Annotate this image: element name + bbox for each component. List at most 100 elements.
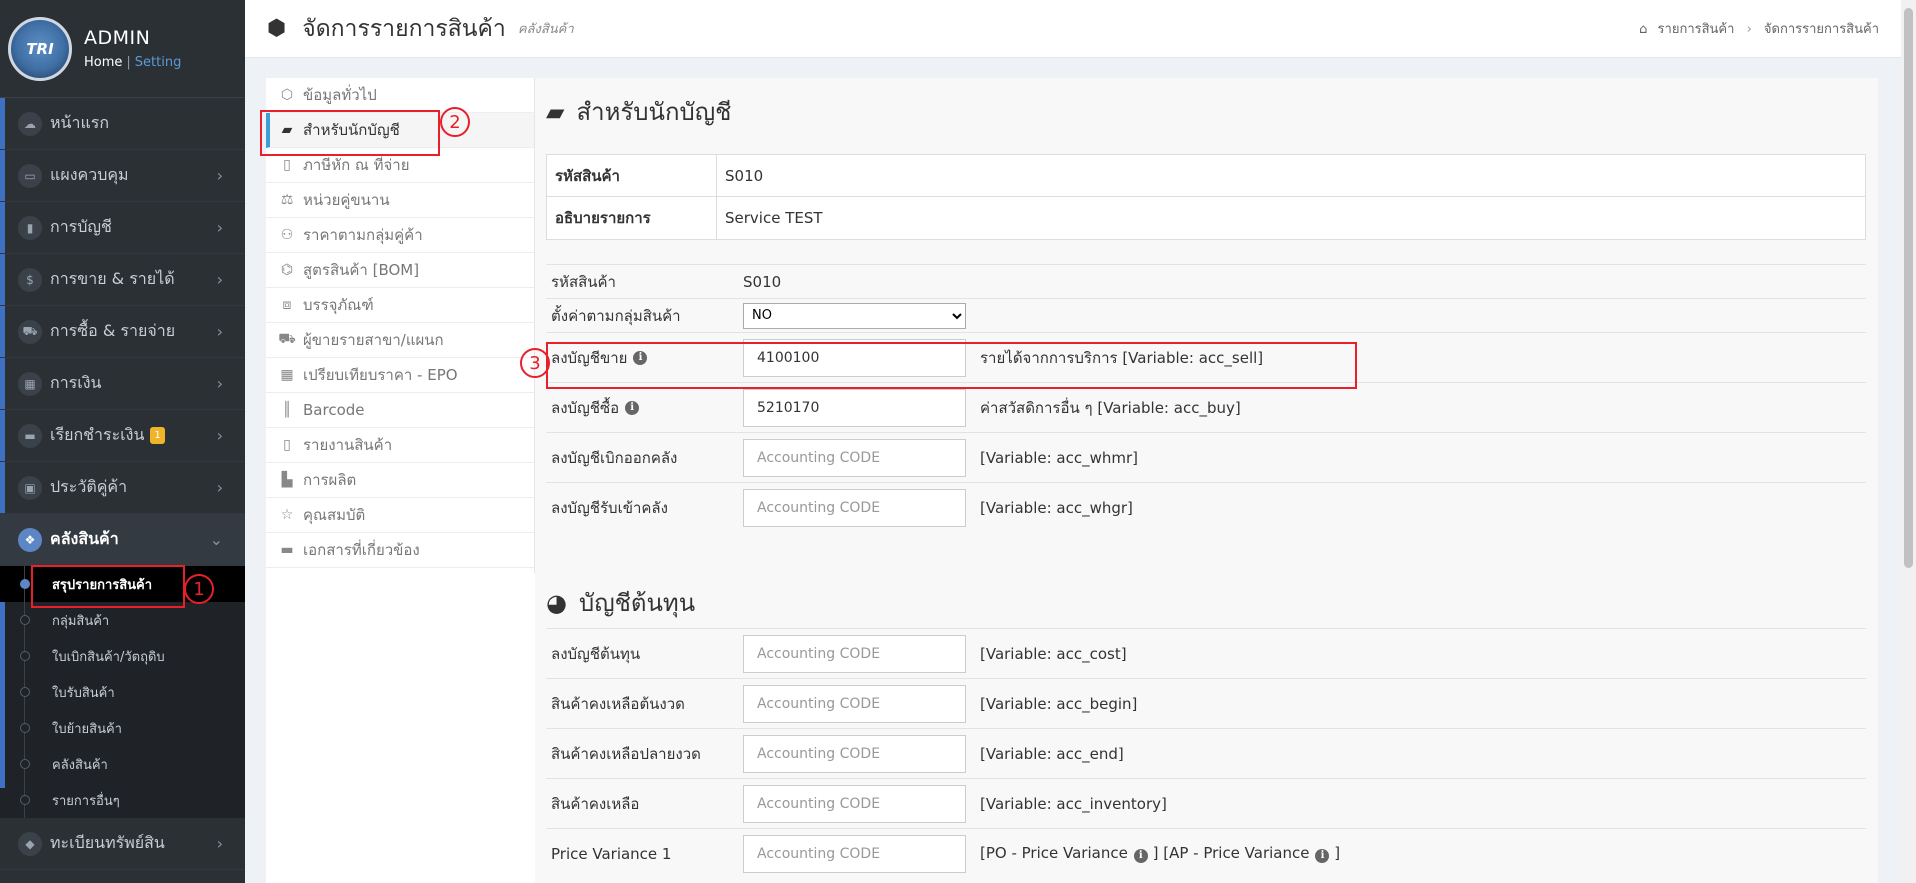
tab-label: Barcode (303, 401, 365, 419)
tab-documents[interactable]: ▬ เอกสารที่เกี่ยวข้อง (266, 533, 534, 568)
tab-parallel-unit[interactable]: ⚖ หน่วยคู่ขนาน (266, 183, 534, 218)
file-icon: ▯ (283, 437, 291, 453)
submenu-item-warehouse[interactable]: คลังสินค้า (0, 746, 245, 782)
info-icon[interactable]: i (1315, 848, 1330, 863)
inventory-input[interactable] (743, 784, 966, 823)
submenu-item-transfer[interactable]: ใบย้ายสินค้า (0, 710, 245, 746)
info-label: รหัสสินค้า (547, 155, 717, 196)
tab-report[interactable]: ▯ รายงานสินค้า (266, 428, 534, 463)
submenu-label: คลังสินค้า (52, 757, 108, 773)
submenu-label: ใบย้ายสินค้า (52, 721, 122, 737)
cubes-icon: ❖ (18, 527, 42, 552)
accounting-section-title: ▰ สำหรับนักบัญชี (546, 92, 731, 131)
sidebar-item-accounting[interactable]: ▮ การบัญชี › (0, 202, 245, 254)
field-description: [Variable: acc_whmr] (980, 448, 1138, 467)
section-title-text: สำหรับนักบัญชี (576, 98, 732, 126)
sidebar-item-label: การซื้อ & รายจ่าย (50, 321, 176, 340)
chevron-right-icon: › (216, 834, 223, 853)
contact-icon: ▣ (18, 475, 42, 500)
home-icon[interactable]: ⌂ (1639, 22, 1647, 37)
breadcrumb-separator: › (1746, 22, 1752, 37)
cost-section-title: ◕ บัญชีต้นทุน (546, 583, 695, 622)
tab-barcode[interactable]: ║ Barcode (266, 393, 534, 428)
bullet-icon (20, 723, 30, 733)
setting-link[interactable]: Setting (135, 55, 182, 70)
chevron-right-icon: › (216, 270, 223, 289)
tab-label: ข้อมูลทั่วไป (303, 86, 377, 104)
book-icon: ▮ (18, 215, 42, 240)
cloud-icon: ☁ (18, 111, 42, 136)
scale-icon: ⚖ (280, 192, 294, 208)
bullet-icon (20, 687, 30, 697)
tab-group-price[interactable]: ⚇ ราคาตามกลุ่มคู่ค้า (266, 218, 534, 253)
end-inventory-input[interactable] (743, 734, 966, 773)
scrollbar-thumb[interactable] (1904, 8, 1913, 568)
tab-content: ▰ สำหรับนักบัญชี รหัสสินค้า S010 อธิบายร… (535, 78, 1878, 883)
sidebar-item-contacts[interactable]: ▣ ประวัติคู่ค้า › (0, 462, 245, 514)
document-icon: ▯ (283, 157, 291, 173)
sidebar-item-billing[interactable]: ▬ เรียกชำระเงิน 1 › (0, 410, 245, 462)
bullet-icon (20, 615, 30, 625)
cube-icon: ⬢ (267, 16, 287, 41)
cost-account-input[interactable] (743, 634, 966, 673)
field-label: รหัสสินค้า (551, 272, 616, 291)
sidebar-item-label: การขาย & รายได้ (50, 269, 175, 288)
annotation-number-1: 1 (184, 574, 214, 604)
chevron-right-icon: › (216, 218, 223, 237)
field-label-text: ลงบัญชีซื้อ (551, 398, 620, 417)
tab-label: คุณสมบัติ (303, 506, 366, 524)
submenu-label: ใบเบิกสินค้า/วัตถุดิบ (52, 649, 165, 665)
sidebar-item-sales[interactable]: $ การขาย & รายได้ › (0, 254, 245, 306)
sidebar-item-dashboard[interactable]: ▭ แผงควบคุม › (0, 150, 245, 202)
bullet-icon (20, 759, 30, 769)
annotation-box-1 (31, 565, 185, 608)
home-link[interactable]: Home (84, 55, 122, 70)
sidebar-item-assets[interactable]: ◆ ทะเบียนทรัพย์สิน › (0, 818, 245, 870)
begin-inventory-input[interactable] (743, 684, 966, 723)
form-row-issue-account: ลงบัญชีเบิกออกคลัง [Variable: acc_whmr] (546, 432, 1866, 482)
page-scrollbar[interactable] (1901, 0, 1916, 883)
section-title-text: บัญชีต้นทุน (578, 589, 696, 617)
tab-bom[interactable]: ⌬ สูตรสินค้า [BOM] (266, 253, 534, 288)
group-setting-select[interactable]: NO (743, 302, 966, 329)
field-label: สินค้าคงเหลือปลายงวด (551, 744, 701, 763)
form-row-receive-account: ลงบัญชีรับเข้าคลัง [Variable: acc_whgr] (546, 482, 1866, 532)
sidebar-item-purchase[interactable]: ⛟ การซื้อ & รายจ่าย › (0, 306, 245, 358)
breadcrumb: ⌂ รายการสินค้า › จัดการรายการสินค้า (1639, 18, 1879, 39)
table-row: อธิบายรายการ Service TEST (547, 197, 1865, 239)
receive-account-input[interactable] (743, 488, 966, 527)
link-separator: | (126, 55, 131, 70)
tab-label: ภาษีหัก ณ ที่จ่าย (303, 156, 410, 174)
sidebar-item-home[interactable]: ☁ หน้าแรก (0, 98, 245, 150)
sidebar-item-label: ทะเบียนทรัพย์สิน (50, 833, 165, 852)
tab-production[interactable]: ▙ การผลิต (266, 463, 534, 498)
price-variance-input[interactable] (743, 834, 966, 873)
dollar-icon: $ (18, 267, 42, 292)
issue-account-input[interactable] (743, 438, 966, 477)
tab-branch-seller[interactable]: ⛟ ผู้ขายรายสาขา/แผนก (266, 323, 534, 358)
tab-properties[interactable]: ☆ คุณสมบัติ (266, 498, 534, 533)
breadcrumb-item[interactable]: รายการสินค้า (1658, 22, 1735, 37)
company-logo[interactable]: TRI (8, 16, 72, 81)
submenu-item-others[interactable]: รายการอื่นๆ (0, 782, 245, 818)
tab-general[interactable]: ⬡ ข้อมูลทั่วไป (266, 78, 534, 113)
diamond-icon: ◆ (18, 831, 42, 856)
product-code-value: S010 (743, 272, 782, 291)
user-links: Home | Setting (84, 55, 181, 70)
info-icon[interactable]: i (625, 400, 640, 415)
tab-package[interactable]: ⧈ บรรจุภัณฑ์ (266, 288, 534, 323)
tab-compare-price[interactable]: ▦ เปรียบเทียบราคา - EPO (266, 358, 534, 393)
sidebar-item-warehouse[interactable]: ❖ คลังสินค้า ⌄ (0, 514, 245, 566)
info-icon[interactable]: i (1133, 848, 1148, 863)
sidebar-item-finance[interactable]: ▦ การเงิน › (0, 358, 245, 410)
submenu-item-requisition[interactable]: ใบเบิกสินค้า/วัตถุดิบ (0, 638, 245, 674)
tab-label: การผลิต (303, 471, 357, 489)
table-icon: ▦ (280, 367, 294, 383)
ap-variance-text: ] [AP - Price Variance (1152, 844, 1310, 863)
submenu-item-goods-receipt[interactable]: ใบรับสินค้า (0, 674, 245, 710)
notification-badge: 1 (150, 427, 165, 444)
field-label: สินค้าคงเหลือ (551, 794, 640, 813)
field-label: ลงบัญชีเบิกออกคลัง (551, 448, 678, 467)
form-row-group-setting: ตั้งค่าตามกลุ่มสินค้า NO (546, 298, 1866, 332)
buy-account-input[interactable] (743, 388, 966, 427)
